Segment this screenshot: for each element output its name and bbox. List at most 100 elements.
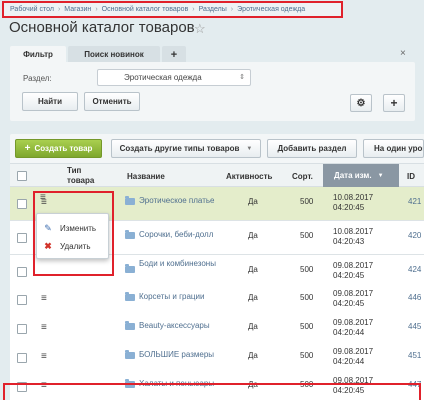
add-filter-tab-button[interactable]: + [162, 46, 186, 63]
folder-icon [125, 321, 135, 330]
row-active: Да [248, 197, 258, 206]
breadcrumb-item[interactable]: Разделы [199, 6, 227, 13]
sort-desc-icon: ▼ [377, 172, 384, 179]
chevron-right-icon: › [57, 6, 61, 13]
row-id: 446 [408, 293, 422, 302]
row-active: Да [248, 265, 258, 274]
row-date-time: 04:20:45 [333, 299, 365, 308]
row-active: Да [248, 351, 258, 360]
chevron-down-icon: ▼ [246, 145, 253, 152]
row-date-day: 09.08.2017 [333, 289, 374, 298]
section-select-value: Эротическая одежда [124, 73, 202, 82]
row-sort: 500 [300, 265, 314, 274]
row-date: 09.08.2017 04:20:44 [333, 318, 373, 338]
row-name[interactable]: Боди и комбинезоны [139, 259, 229, 269]
row-name[interactable]: Эротическое платье [139, 196, 229, 206]
create-other-types-button[interactable]: Создать другие типы товаров ▼ [111, 139, 261, 158]
row-checkbox[interactable] [17, 353, 27, 363]
chevron-right-icon: › [95, 6, 98, 13]
row-date: 09.08.2017 04:20:45 [333, 261, 373, 281]
row-name[interactable]: БОЛЬШИЕ размеры [139, 350, 229, 360]
folder-icon [125, 230, 135, 239]
column-header-name[interactable]: Название [127, 172, 165, 181]
breadcrumb-item[interactable]: Магазин [64, 6, 91, 13]
create-product-label: Создать товар [34, 144, 93, 153]
row-date: 09.08.2017 04:20:44 [333, 347, 373, 367]
folder-icon [125, 292, 135, 301]
row-checkbox[interactable] [17, 199, 27, 209]
row-id: 420 [408, 231, 422, 240]
row-sort: 500 [300, 197, 314, 206]
chevron-right-icon: › [192, 6, 195, 13]
highlight-box [3, 383, 421, 400]
column-header-sort[interactable]: Сорт. [292, 172, 313, 181]
breadcrumb-item[interactable]: Основной каталог товаров [102, 6, 189, 13]
row-id: 451 [408, 351, 422, 360]
chevron-right-icon: › [230, 6, 234, 13]
column-header-date-label: Дата изм. [334, 171, 372, 180]
row-date-day: 10.08.2017 [333, 193, 374, 202]
row-active: Да [248, 322, 258, 331]
row-date-day: 09.08.2017 [333, 261, 374, 270]
row-active: Да [248, 231, 258, 240]
folder-icon [125, 196, 135, 205]
page-title: Основной каталог товаров [9, 19, 195, 36]
row-checkbox[interactable] [17, 267, 27, 277]
find-button[interactable]: Найти [22, 92, 78, 111]
folder-icon [125, 264, 135, 273]
select-all-checkbox[interactable] [17, 171, 27, 181]
row-date-day: 09.08.2017 [333, 347, 374, 356]
row-date: 09.08.2017 04:20:45 [333, 289, 373, 309]
folder-icon [125, 350, 135, 359]
row-active: Да [248, 293, 258, 302]
create-product-button[interactable]: + Создать товар [15, 139, 102, 158]
row-menu-icon[interactable]: ≡ [41, 293, 47, 304]
level-up-button[interactable]: На один уровень вверх [363, 139, 424, 158]
plus-icon[interactable]: + [383, 94, 405, 112]
row-date-day: 10.08.2017 [333, 227, 374, 236]
gear-icon[interactable]: ⚙ [350, 94, 372, 112]
column-header-id[interactable]: ID [407, 172, 415, 181]
section-label: Раздел: [23, 74, 52, 83]
row-sort: 500 [300, 351, 314, 360]
breadcrumb-item[interactable]: Эротическая одежда [237, 6, 305, 13]
breadcrumb: Рабочий стол › Магазин › Основной катало… [2, 1, 343, 18]
close-icon[interactable]: × [400, 48, 406, 59]
row-name[interactable]: Сорочки, беби-долл [139, 230, 229, 240]
row-id: 445 [408, 322, 422, 331]
filter-tabs: Фильтр Поиск новинок + [10, 46, 415, 63]
row-date-time: 04:20:43 [333, 237, 365, 246]
highlight-box [33, 191, 114, 276]
column-header-active[interactable]: Активность [226, 172, 272, 181]
select-arrows-icon: ⇕ [239, 74, 245, 81]
row-sort: 500 [300, 231, 314, 240]
row-menu-icon[interactable]: ≡ [41, 351, 47, 362]
row-date-time: 04:20:45 [333, 271, 365, 280]
cancel-button[interactable]: Отменить [84, 92, 140, 111]
plus-icon: + [24, 143, 31, 154]
row-sort: 500 [300, 293, 314, 302]
add-section-button[interactable]: Добавить раздел [267, 139, 357, 158]
tab-new-items[interactable]: Поиск новинок [68, 46, 160, 63]
breadcrumb-item[interactable]: Рабочий стол [10, 6, 54, 13]
row-name[interactable]: Корсеты и грации [139, 292, 229, 302]
row-date-time: 04:20:45 [333, 203, 365, 212]
row-date-day: 09.08.2017 [333, 318, 374, 327]
row-name[interactable]: Beauty-аксессуары [139, 321, 229, 331]
create-other-types-label: Создать другие типы товаров [119, 144, 240, 153]
section-select[interactable]: Эротическая одежда ⇕ [97, 69, 251, 86]
row-sort: 500 [300, 322, 314, 331]
row-date-time: 04:20:44 [333, 357, 365, 366]
row-date: 10.08.2017 04:20:43 [333, 227, 373, 247]
row-checkbox[interactable] [17, 324, 27, 334]
row-checkbox[interactable] [17, 295, 27, 305]
row-menu-icon[interactable]: ≡ [41, 322, 47, 333]
row-id: 424 [408, 265, 422, 274]
column-header-date[interactable]: Дата изм. ▼ [323, 164, 399, 187]
row-date: 10.08.2017 04:20:45 [333, 193, 373, 213]
tab-filter[interactable]: Фильтр [10, 46, 66, 63]
star-icon[interactable]: ☆ [194, 21, 206, 37]
column-header-type[interactable]: Тип товара [67, 166, 101, 186]
row-id: 421 [408, 197, 422, 206]
row-checkbox[interactable] [17, 233, 27, 243]
